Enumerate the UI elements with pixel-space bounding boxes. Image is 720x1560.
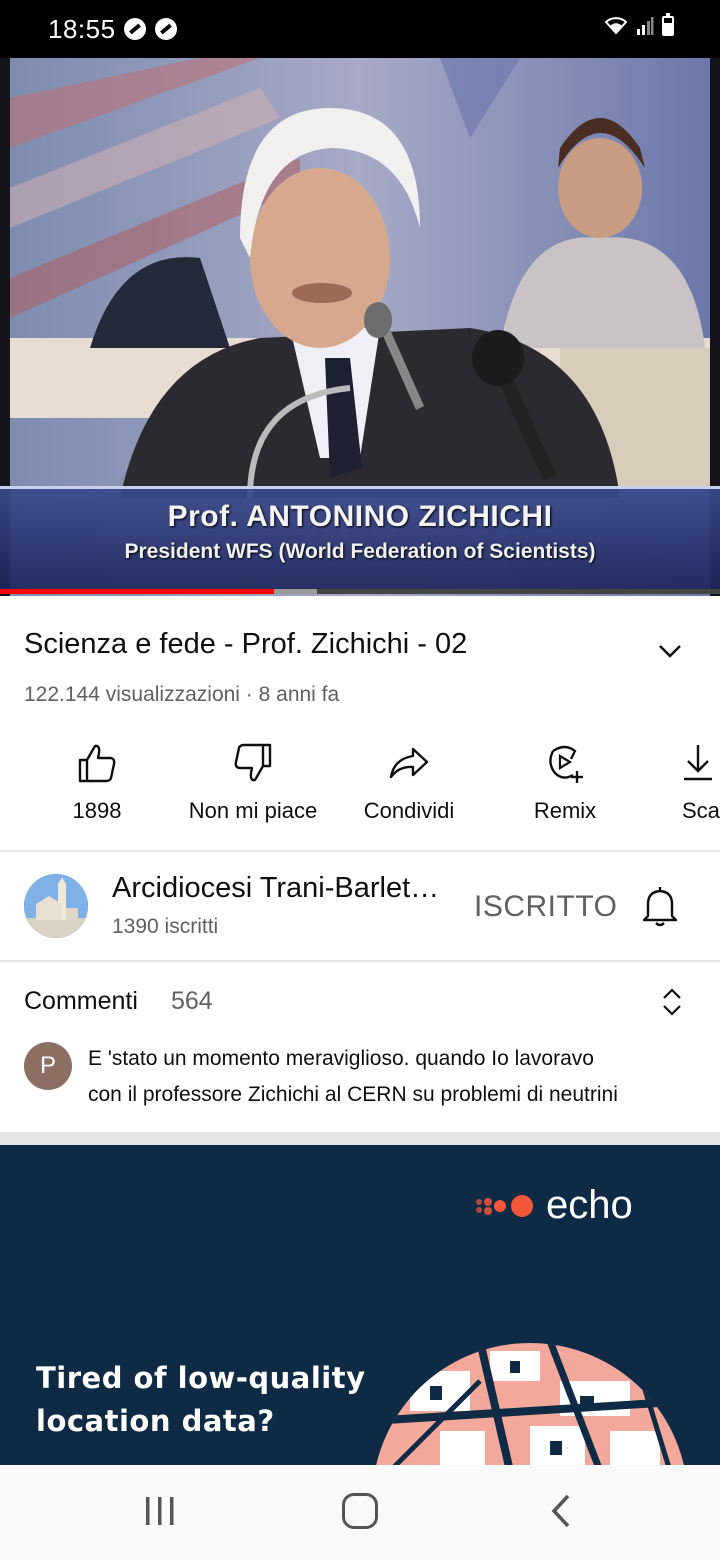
share-label: Condividi xyxy=(363,798,455,823)
dislike-label: Non mi piace xyxy=(188,798,318,823)
thumbs-up-icon xyxy=(78,744,116,783)
status-time: 18:55 xyxy=(48,14,116,44)
progress-fill xyxy=(0,589,274,594)
divider xyxy=(0,850,720,852)
recent-apps-icon[interactable] xyxy=(144,1495,176,1527)
ad-headline-line: Tired of low-quality xyxy=(36,1361,366,1395)
ad-brand: echo xyxy=(546,1182,633,1227)
remix-button[interactable]: Remix xyxy=(490,735,640,835)
ad-headline: Tired of low-quality location data? xyxy=(36,1357,366,1443)
comments-title: Commenti xyxy=(24,987,138,1015)
video-player[interactable]: Prof. ANTONINO ZICHICHI President WFS (W… xyxy=(0,58,720,596)
video-meta: 122.144 visualizzazioni · 8 anni fa xyxy=(24,683,340,706)
bell-icon[interactable] xyxy=(640,884,680,928)
map-illustration xyxy=(372,1343,688,1465)
channel-subscribers: 1390 iscritti xyxy=(112,915,219,938)
status-bar: 18:55 xyxy=(0,0,720,58)
wifi-icon xyxy=(604,17,628,35)
comment-avatar[interactable]: P xyxy=(24,1042,72,1090)
subscribed-button[interactable]: ISCRITTO xyxy=(474,890,617,924)
ad-banner[interactable]: echo Tired of low-quality location data? xyxy=(0,1145,720,1465)
dislike-button[interactable]: Non mi piace xyxy=(178,735,328,835)
overlay-role: President WFS (World Federation of Scien… xyxy=(124,540,596,563)
share-icon xyxy=(389,747,429,779)
ad-logo: echo xyxy=(474,1180,633,1230)
status-icons xyxy=(604,13,674,36)
video-lower-third: Prof. ANTONINO ZICHICHI President WFS (W… xyxy=(0,486,720,591)
channel-avatar[interactable] xyxy=(24,874,88,938)
download-label: Sca xyxy=(682,798,720,823)
divider xyxy=(0,960,720,962)
like-button[interactable]: 1898 xyxy=(22,735,172,835)
comment-line: con il professore Zichichi al CERN su pr… xyxy=(88,1083,618,1106)
comment-line: E 'stato un momento meraviglioso. quando… xyxy=(88,1047,594,1070)
cathedral-icon xyxy=(24,874,88,938)
signal-icon xyxy=(637,17,654,35)
share-button[interactable]: Condividi xyxy=(334,735,484,835)
system-nav-bar xyxy=(0,1465,720,1560)
back-icon[interactable] xyxy=(548,1493,576,1529)
app-notification-icon xyxy=(155,18,177,40)
video-title[interactable]: Scienza e fede - Prof. Zichichi - 02 xyxy=(24,628,467,661)
download-button[interactable]: Sca xyxy=(646,735,720,835)
echo-logo-icon xyxy=(476,1195,533,1217)
download-icon xyxy=(684,745,712,781)
thumbs-down-icon xyxy=(234,743,272,782)
remix-icon xyxy=(549,745,583,783)
overlay-name: Prof. ANTONINO ZICHICHI xyxy=(167,500,553,533)
top-comment[interactable]: E 'stato un momento meraviglioso. quando… xyxy=(88,1041,698,1113)
expand-collapse-icon[interactable] xyxy=(658,986,686,1018)
chevron-down-icon[interactable] xyxy=(652,632,688,668)
channel-name[interactable]: Arcidiocesi Trani-Barletta-Bisceglie xyxy=(112,872,442,905)
like-count: 1898 xyxy=(72,798,122,823)
video-progress-bar[interactable] xyxy=(0,589,720,594)
comments-count: 564 xyxy=(171,987,213,1015)
app-notification-icon xyxy=(124,18,146,40)
action-bar: 1898 Non mi piace Condividi Remix Sca xyxy=(0,735,720,835)
home-icon[interactable] xyxy=(342,1493,378,1529)
ad-headline-line: location data? xyxy=(36,1404,275,1438)
remix-label: Remix xyxy=(533,798,597,823)
section-separator xyxy=(0,1132,720,1145)
battery-icon xyxy=(662,13,674,36)
